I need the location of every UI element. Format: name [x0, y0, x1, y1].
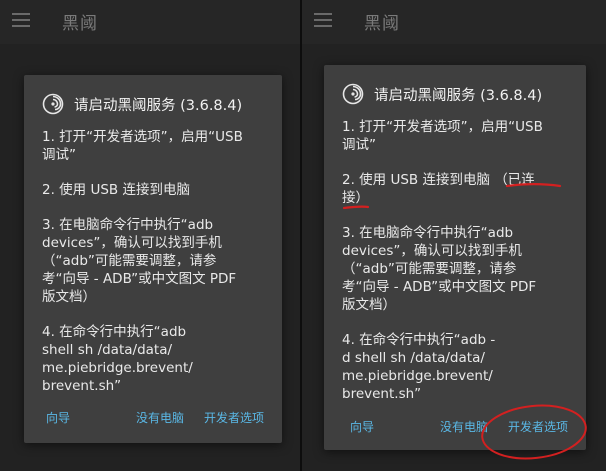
start-service-dialog: 请启动黑阈服务 (3.6.8.4) 1. 打开“开发者选项”，启用“USB 调试… — [24, 75, 282, 443]
instruction-list: 1. 打开“开发者选项”，启用“USB 调试” 2. 使用 USB 连接到电脑 … — [42, 128, 272, 412]
step-4: 4. 在命令行中执行“adb shell sh /data/data/ me.p… — [42, 324, 193, 394]
step-3: 3. 在电脑命令行中执行“adb devices”，确认可以找到手机 （“adb… — [42, 217, 237, 305]
no-computer-button[interactable]: 没有电脑 — [440, 418, 488, 435]
brevent-swirl-icon — [42, 93, 64, 115]
no-computer-button[interactable]: 没有电脑 — [136, 409, 184, 426]
app-bar: 黑阈 — [302, 0, 606, 44]
left-screen: 黑阈 请启动黑阈服务 (3.6.8.4) 1. 打开“开发者选项”，启用“USB… — [0, 0, 300, 471]
hamburger-icon[interactable] — [314, 13, 332, 27]
dialog-actions: 向导 没有电脑 开发者选项 — [324, 418, 586, 438]
split-screen-stage: 黑阈 请启动黑阈服务 (3.6.8.4) 1. 打开“开发者选项”，启用“USB… — [0, 0, 606, 471]
dialog-header: 请启动黑阈服务 (3.6.8.4) — [42, 93, 274, 117]
developer-options-button[interactable]: 开发者选项 — [204, 409, 264, 426]
step-1: 1. 打开“开发者选项”，启用“USB 调试” — [42, 129, 243, 163]
step-3: 3. 在电脑命令行中执行“adb devices”，确认可以找到手机 （“adb… — [342, 225, 537, 313]
hamburger-icon[interactable] — [12, 13, 30, 27]
app-title: 黑阈 — [62, 14, 98, 34]
developer-options-button[interactable]: 开发者选项 — [508, 418, 568, 435]
dialog-header: 请启动黑阈服务 (3.6.8.4) — [342, 83, 578, 107]
guide-button[interactable]: 向导 — [46, 409, 70, 426]
start-service-dialog: 请启动黑阈服务 (3.6.8.4) 1. 打开“开发者选项”，启用“USB 调试… — [324, 65, 586, 450]
step-4: 4. 在命令行中执行“adb - d shell sh /data/data/ … — [342, 332, 496, 402]
step-1: 1. 打开“开发者选项”，启用“USB 调试” — [342, 119, 543, 153]
app-bar: 黑阈 — [0, 0, 300, 44]
dialog-actions: 向导 没有电脑 开发者选项 — [24, 409, 282, 429]
step-2: 2. 使用 USB 连接到电脑 — [42, 182, 190, 198]
app-title: 黑阈 — [364, 14, 400, 34]
step-2: 2. 使用 USB 连接到电脑 （已连 接） — [342, 172, 535, 206]
dialog-title: 请启动黑阈服务 (3.6.8.4) — [374, 88, 543, 104]
guide-button[interactable]: 向导 — [350, 418, 374, 435]
brevent-swirl-icon — [342, 83, 364, 105]
right-screen: 黑阈 请启动黑阈服务 (3.6.8.4) 1. 打开“开发者选项”，启用“USB… — [302, 0, 606, 471]
instruction-list: 1. 打开“开发者选项”，启用“USB 调试” 2. 使用 USB 连接到电脑 … — [342, 118, 576, 420]
dialog-title: 请启动黑阈服务 (3.6.8.4) — [74, 98, 243, 114]
